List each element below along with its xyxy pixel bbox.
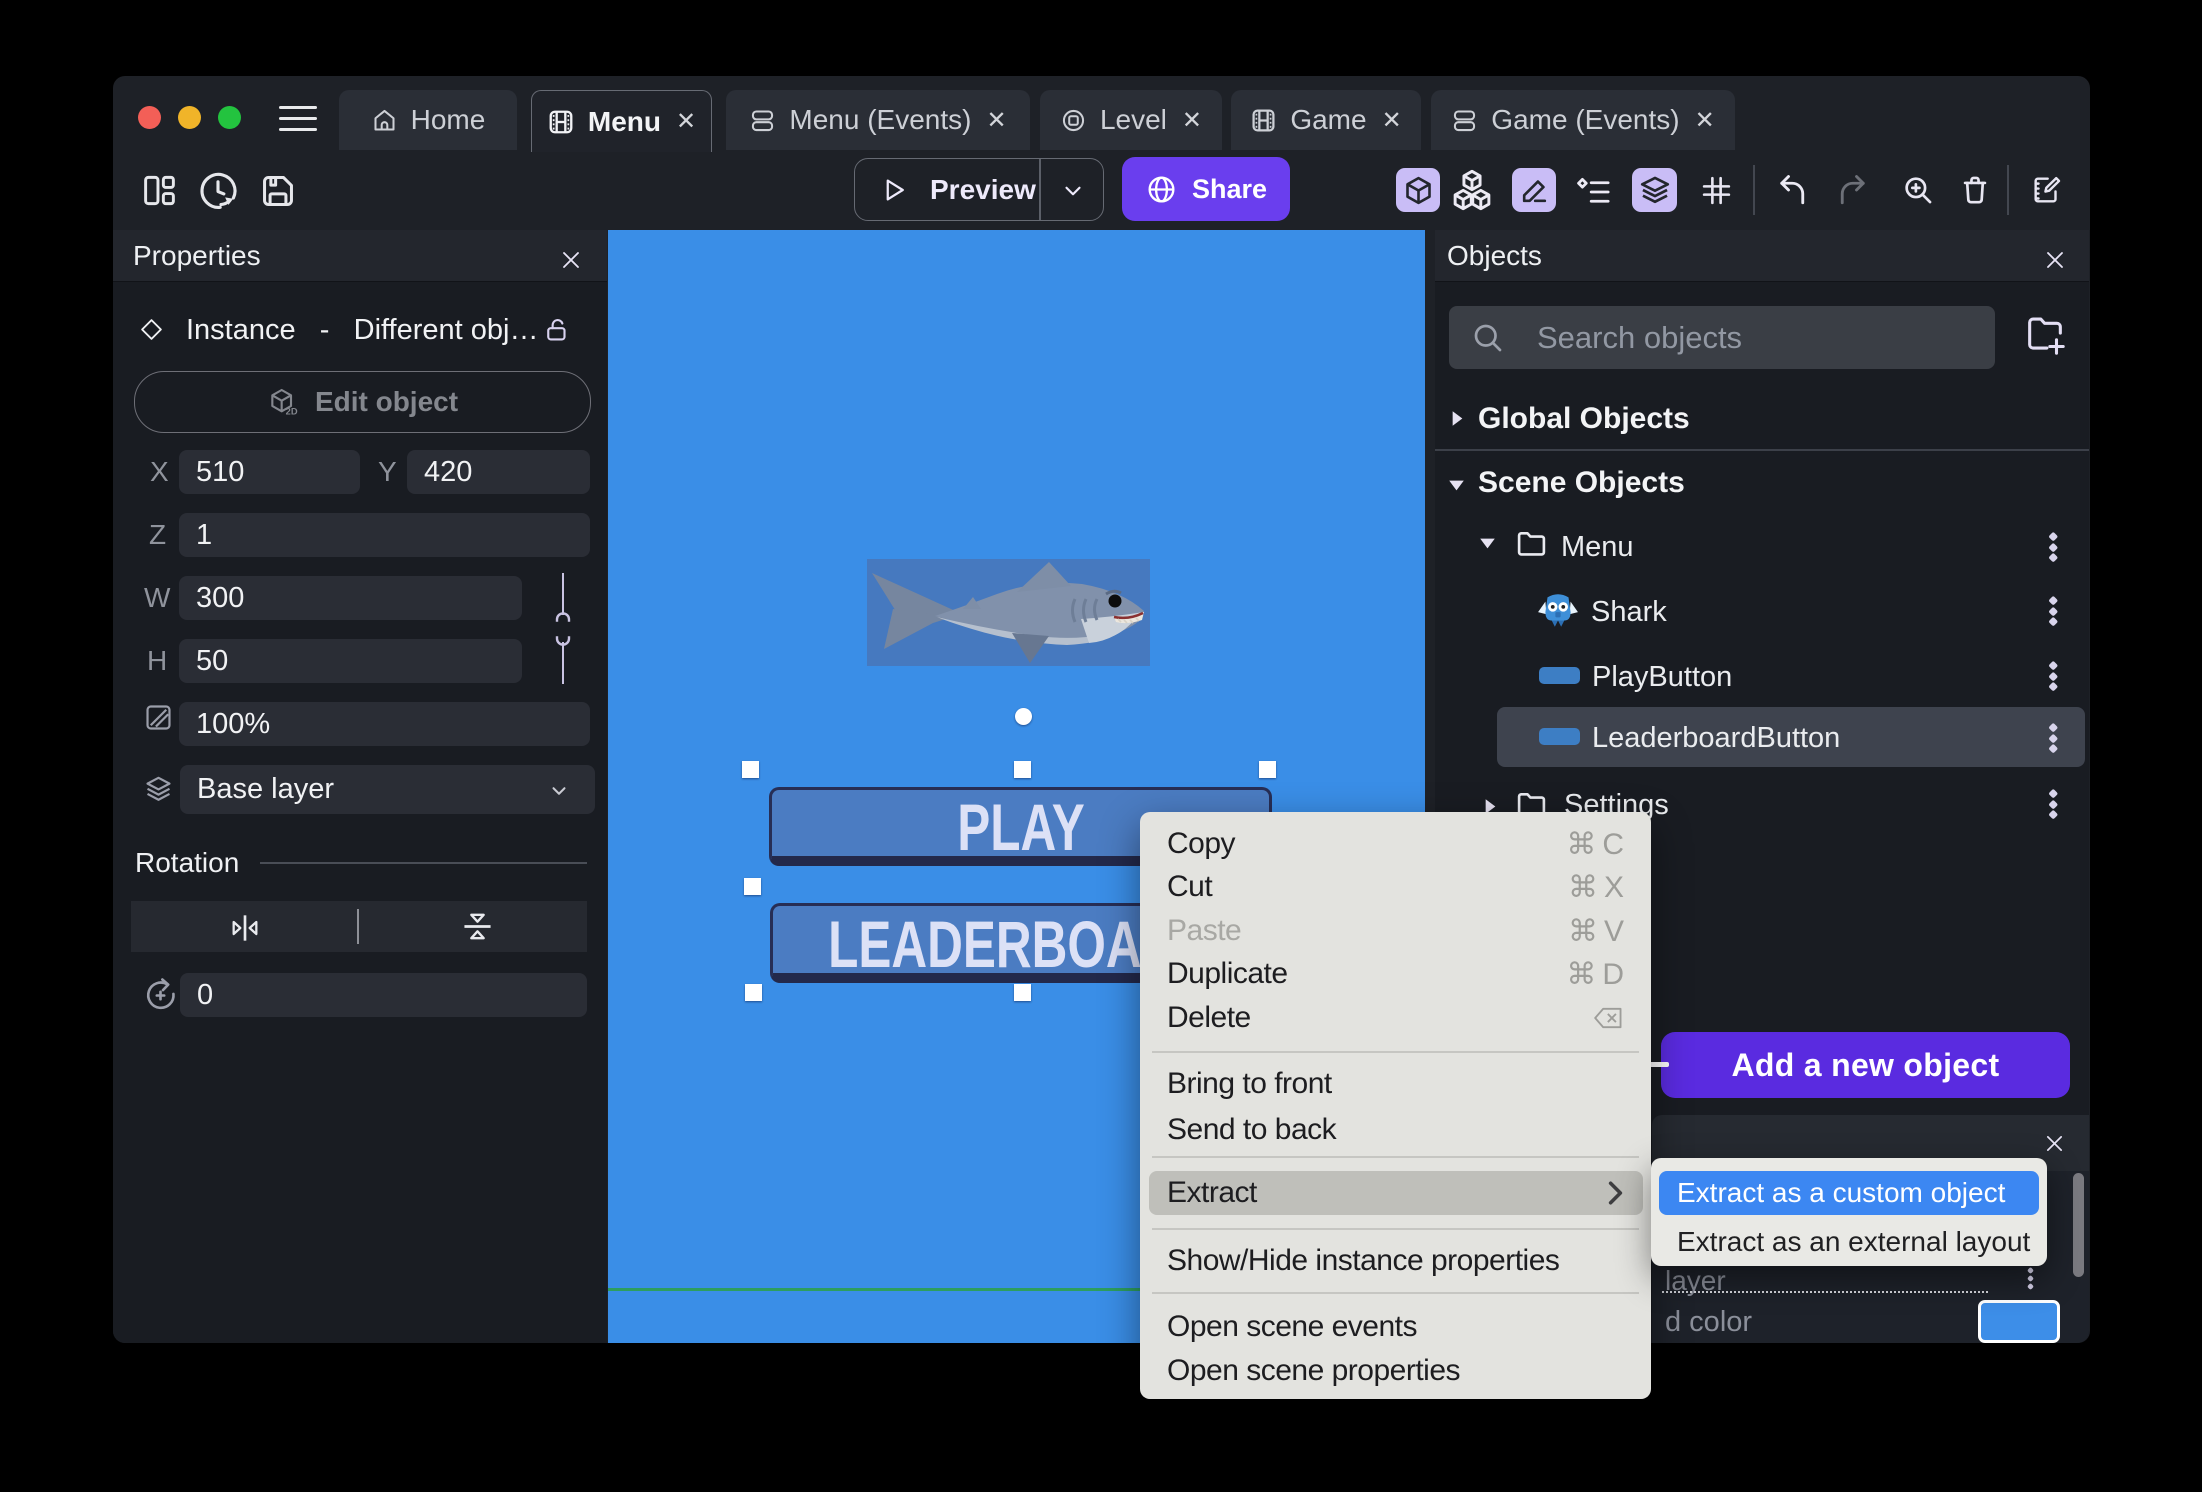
svg-text:2D: 2D <box>286 407 298 417</box>
